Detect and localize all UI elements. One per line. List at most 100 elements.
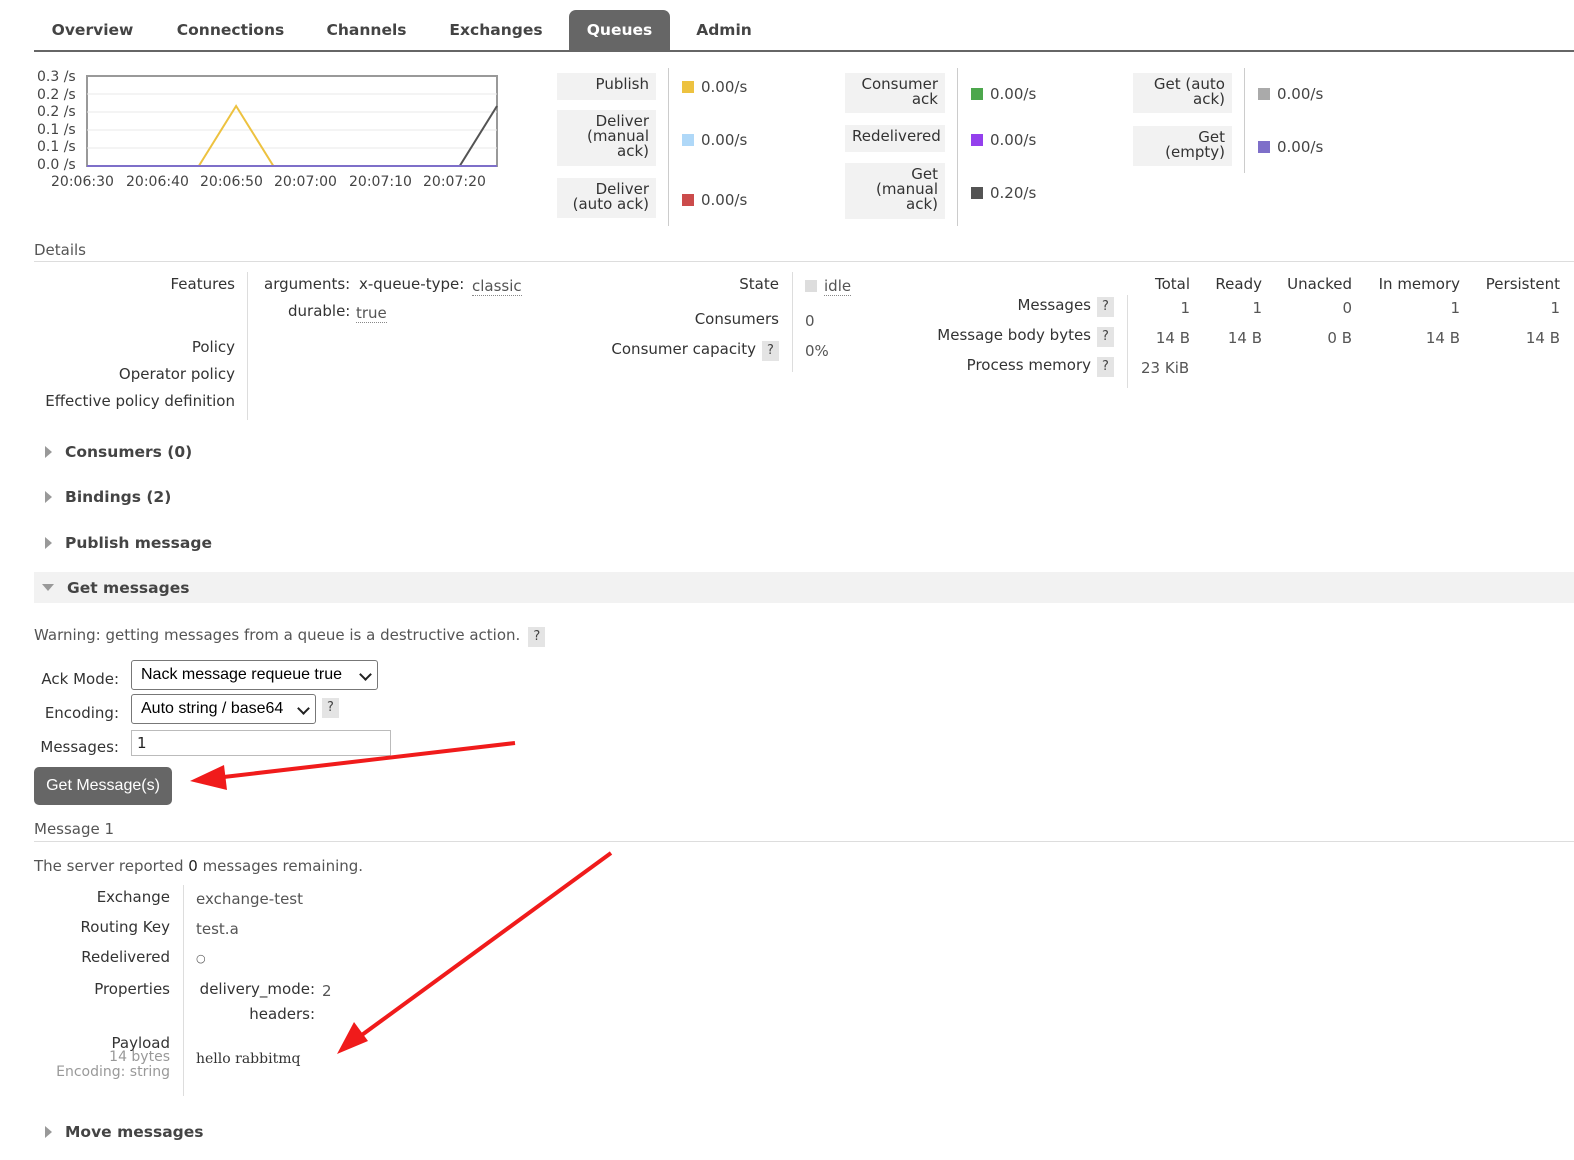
legend-swatch <box>682 134 694 146</box>
redelivered-value: ○ <box>196 952 206 965</box>
tab-channels[interactable]: Channels <box>310 10 423 50</box>
state-label: State <box>739 275 779 293</box>
encoding-label: Encoding: <box>44 704 119 722</box>
rate-value: 0.00/s <box>990 131 1037 149</box>
messages-ready: 1 <box>1252 299 1262 317</box>
durable-value: true <box>356 304 387 323</box>
state-text: idle <box>824 277 852 296</box>
process-memory-value: 23 KiB <box>1141 359 1190 377</box>
section-title: Move messages <box>65 1123 204 1141</box>
help-button[interactable]: ? <box>322 698 339 718</box>
messages-unacked: 0 <box>1342 299 1352 317</box>
ack-mode-label: Ack Mode: <box>41 670 119 688</box>
payload-size: 14 bytes <box>109 1049 170 1065</box>
remaining-prefix: The server reported <box>34 857 189 875</box>
routing-key-value: test.a <box>196 920 239 938</box>
x-tick-label: 20:06:40 <box>126 174 189 190</box>
tab-exchanges[interactable]: Exchanges <box>432 10 560 50</box>
body-bytes-label: Message body bytes? <box>900 326 1114 347</box>
payload-value: hello rabbitmq <box>196 1051 301 1067</box>
help-button[interactable]: ? <box>762 341 779 361</box>
remaining-suffix: messages remaining. <box>197 857 364 875</box>
legend-swatch <box>682 81 694 93</box>
expand-icon <box>45 446 52 458</box>
divider <box>1244 68 1245 173</box>
rate-value-get-auto: 0.00/s <box>1258 85 1323 103</box>
help-button[interactable]: ? <box>528 627 546 647</box>
messages-count-input[interactable]: 1 <box>131 730 391 756</box>
divider <box>1127 295 1128 388</box>
col-persistent: Persistent <box>1485 275 1560 293</box>
red-arrow <box>337 851 613 1054</box>
rate-label-get-manual: Get (manual ack) <box>845 163 945 219</box>
rate-value-publish: 0.00/s <box>682 78 747 96</box>
help-button[interactable]: ? <box>1097 357 1114 377</box>
section-bindings[interactable]: Bindings (2) <box>45 488 171 506</box>
rate-label-publish: Publish <box>557 73 656 100</box>
nav-tabs: Overview Connections Channels Exchanges … <box>34 10 1574 52</box>
rate-value: 0.00/s <box>701 191 748 209</box>
warning-message: Warning: getting messages from a queue i… <box>34 626 521 644</box>
consumer-capacity-text: Consumer capacity <box>611 340 756 358</box>
ack-mode-select[interactable]: Nack message requeue true <box>131 660 378 690</box>
legend-swatch <box>971 134 983 146</box>
y-tick-label: 0.3 /s <box>37 69 76 85</box>
section-title: Publish message <box>65 534 212 552</box>
tab-admin[interactable]: Admin <box>677 10 771 50</box>
exchange-label: Exchange <box>96 888 170 906</box>
col-total: Total <box>1154 275 1190 293</box>
section-get-messages[interactable]: Get messages <box>42 579 189 597</box>
get-messages-header <box>34 572 1574 603</box>
ack-mode-value: Nack message requeue true <box>141 666 342 683</box>
x-tick-label: 20:07:10 <box>349 174 412 190</box>
get-messages-button[interactable]: Get Message(s) <box>34 767 172 805</box>
messages-persistent: 1 <box>1550 299 1560 317</box>
section-publish-message[interactable]: Publish message <box>45 534 212 552</box>
message-title: Message 1 <box>34 820 115 838</box>
chart-frame <box>86 75 498 167</box>
consumer-capacity-label: Consumer capacity? <box>560 340 779 361</box>
body-bytes-in-memory: 14 B <box>1425 329 1460 347</box>
body-bytes-unacked: 0 B <box>1327 329 1352 347</box>
y-tick-label: 0.1 /s <box>37 139 76 155</box>
divider <box>957 68 958 226</box>
rate-label-get-empty: Get (empty) <box>1133 126 1232 166</box>
body-bytes-persistent: 14 B <box>1525 329 1560 347</box>
section-title: Bindings (2) <box>65 488 172 506</box>
rate-label-redelivered: Redelivered <box>845 125 945 152</box>
messages-label: Messages? <box>900 296 1114 317</box>
divider <box>792 272 793 372</box>
tab-connections[interactable]: Connections <box>159 10 302 50</box>
section-consumers[interactable]: Consumers (0) <box>45 443 192 461</box>
delivery-mode-value: 2 <box>322 982 332 1000</box>
help-button[interactable]: ? <box>1097 297 1114 317</box>
messages-total: 1 <box>1180 299 1190 317</box>
section-title: Get messages <box>67 579 190 597</box>
encoding-select[interactable]: Auto string / base64 <box>131 694 316 724</box>
divider <box>247 272 248 420</box>
rate-label-deliver-manual: Deliver (manual ack) <box>557 110 656 166</box>
exchange-value: exchange-test <box>196 890 303 908</box>
col-in-memory: In memory <box>1378 275 1460 293</box>
consumer-capacity-value: 0% <box>805 342 829 360</box>
rate-value-deliver-auto: 0.00/s <box>682 191 747 209</box>
state-value: idle <box>805 277 852 296</box>
chevron-down-icon <box>297 702 310 715</box>
tab-overview[interactable]: Overview <box>34 10 151 50</box>
expand-icon <box>45 491 52 503</box>
operator-policy-label: Operator policy <box>118 365 235 383</box>
queue-type-key: x-queue-type: <box>359 275 465 293</box>
tab-queues[interactable]: Queues <box>569 10 670 50</box>
collapse-icon <box>42 584 54 591</box>
effective-policy-label: Effective policy definition <box>45 392 235 410</box>
rate-value: 0.00/s <box>1277 85 1324 103</box>
process-memory-text: Process memory <box>966 356 1091 374</box>
help-button[interactable]: ? <box>1097 327 1114 347</box>
legend-swatch <box>682 194 694 206</box>
y-tick-label: 0.2 /s <box>37 87 76 103</box>
section-move-messages[interactable]: Move messages <box>45 1123 204 1141</box>
messages-text: Messages <box>1017 296 1091 314</box>
rate-value-get-manual: 0.20/s <box>971 184 1036 202</box>
rate-value: 0.00/s <box>701 78 748 96</box>
col-ready: Ready <box>1215 275 1262 293</box>
